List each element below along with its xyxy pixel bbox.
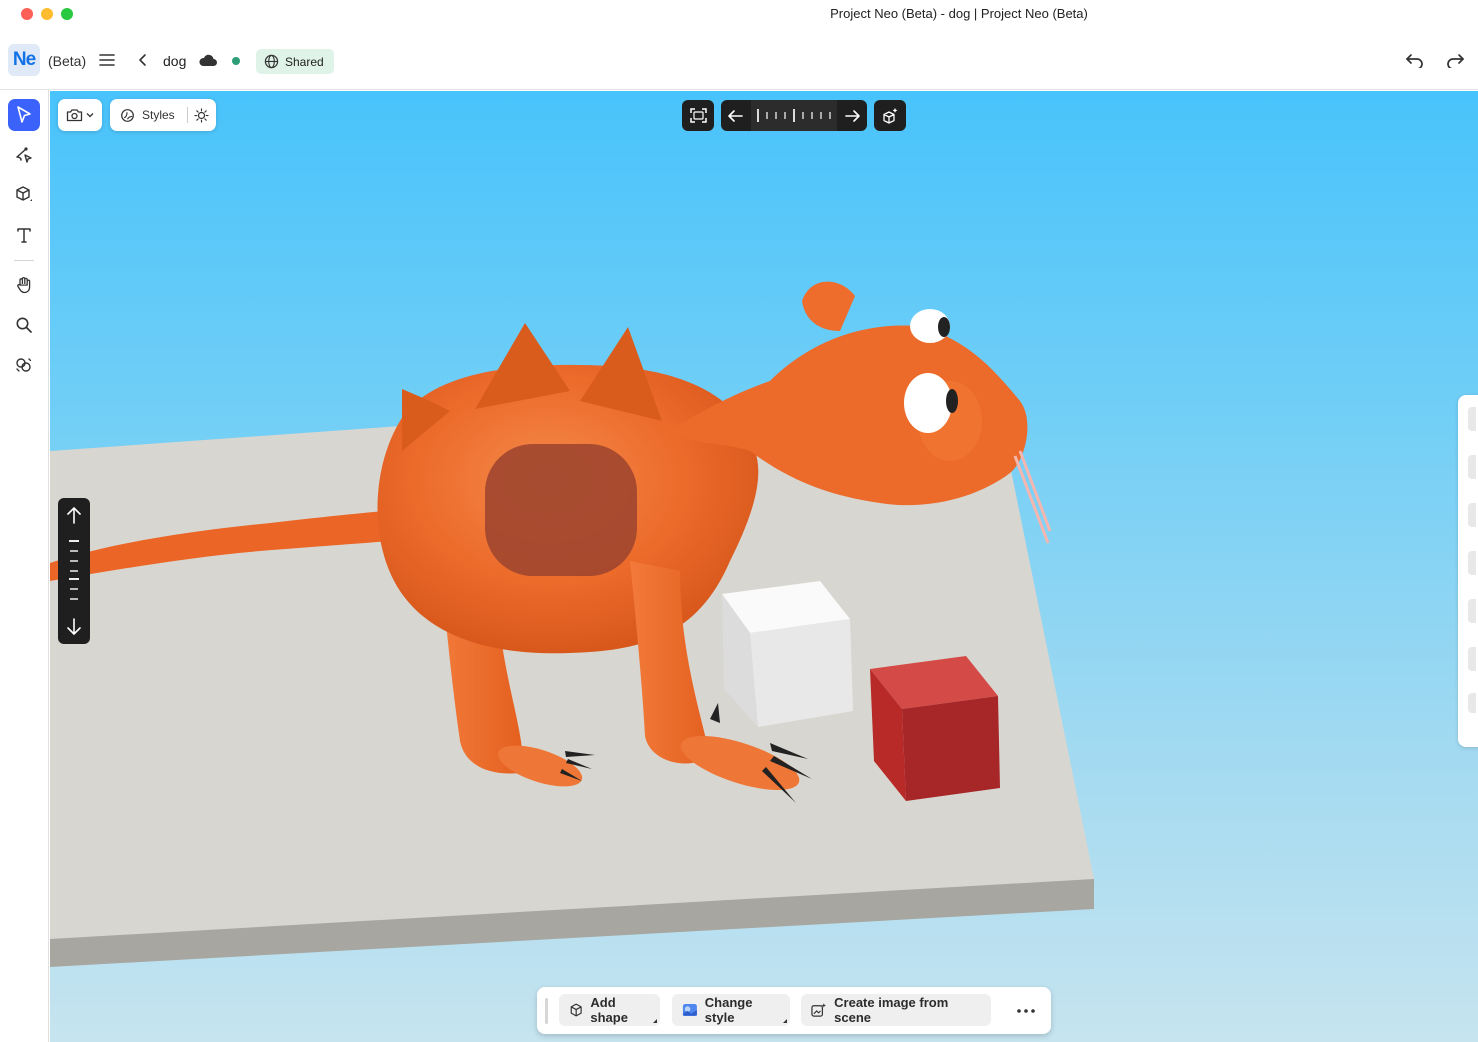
sync-status-dot	[232, 57, 240, 65]
contextual-action-bar: Add shape Change style Create image from…	[537, 987, 1051, 1034]
change-style-label: Change style	[704, 995, 753, 1025]
fit-view-button[interactable]	[682, 100, 714, 131]
pen-icon	[16, 147, 32, 163]
more-options-button[interactable]	[1013, 1001, 1039, 1021]
create-image-label: Create image from scene	[834, 995, 949, 1025]
slider-thumb[interactable]	[69, 578, 79, 580]
hand-tool[interactable]	[8, 269, 40, 301]
styles-divider	[186, 107, 188, 123]
arrow-right-icon[interactable]	[845, 109, 861, 123]
undo-icon[interactable]	[1403, 50, 1427, 70]
chevron-left-icon[interactable]	[134, 50, 152, 70]
globe-icon	[264, 54, 279, 69]
panel-tab[interactable]	[1468, 647, 1476, 671]
add-shape-button[interactable]: Add shape	[559, 994, 660, 1026]
arrow-up-icon[interactable]	[58, 500, 90, 530]
app-header: Ne (Beta) dog Shared	[0, 28, 1478, 90]
change-style-button[interactable]: Change style	[672, 994, 790, 1026]
fullscreen-icon	[689, 108, 707, 123]
document-name[interactable]: dog	[163, 53, 186, 69]
shapes-icon	[16, 358, 32, 372]
cloud-icon[interactable]	[197, 52, 219, 68]
app-logo[interactable]: Ne	[8, 44, 40, 76]
styles-icon	[121, 108, 134, 122]
submenu-indicator	[783, 1019, 787, 1023]
create-image-button[interactable]: Create image from scene	[801, 994, 991, 1026]
beta-label: (Beta)	[48, 53, 87, 69]
panel-tab[interactable]	[1468, 599, 1476, 623]
slider-tick	[70, 588, 78, 590]
ellipsis-icon	[1017, 1009, 1035, 1013]
window-titlebar: Project Neo (Beta) - dog | Project Neo (…	[0, 0, 1478, 28]
image-sparkle-icon	[811, 1003, 826, 1017]
cube-icon	[16, 186, 32, 201]
slider-tick	[70, 598, 78, 600]
white-cube	[722, 581, 853, 727]
tool-sidebar	[0, 90, 49, 1042]
viewport-canvas[interactable]: Styles	[50, 91, 1478, 1042]
panel-tab[interactable]	[1468, 693, 1476, 713]
properties-panel-collapsed[interactable]	[1458, 395, 1478, 747]
styles-toolbar: Styles	[110, 99, 216, 131]
hand-icon	[17, 277, 31, 294]
auto-camera-button[interactable]	[874, 100, 906, 131]
slider-tick	[70, 570, 78, 572]
orbit-control[interactable]	[721, 100, 867, 131]
camera-icon	[66, 109, 83, 122]
drag-handle[interactable]	[545, 998, 548, 1024]
panel-tab[interactable]	[1468, 407, 1476, 431]
style-thumbnail-icon	[682, 1003, 697, 1017]
text-icon	[17, 228, 31, 243]
chevron-down-icon	[86, 113, 94, 118]
shape-tool[interactable]	[8, 179, 40, 211]
zoom-tool[interactable]	[8, 309, 40, 341]
submenu-indicator	[653, 1019, 657, 1023]
tool-divider	[14, 260, 34, 261]
slider-tick	[69, 540, 79, 542]
select-tool[interactable]	[8, 99, 40, 131]
red-cube	[870, 656, 1000, 801]
shared-label: Shared	[285, 54, 324, 69]
text-tool[interactable]	[8, 219, 40, 251]
redo-icon[interactable]	[1443, 50, 1467, 70]
arrow-left-icon[interactable]	[727, 109, 743, 123]
slider-tick	[70, 550, 78, 552]
hamburger-icon[interactable]	[97, 50, 117, 70]
lighting-icon[interactable]	[194, 107, 209, 123]
search-icon	[16, 317, 32, 333]
orbit-ruler[interactable]	[751, 100, 837, 131]
vertical-pan-slider[interactable]	[58, 498, 90, 644]
slider-tick	[70, 560, 78, 562]
panel-tab[interactable]	[1468, 503, 1476, 527]
pen-tool[interactable]	[8, 139, 40, 171]
arrow-down-icon[interactable]	[58, 612, 90, 642]
sparkle-cube-icon	[883, 107, 898, 124]
shared-badge[interactable]: Shared	[256, 49, 334, 74]
add-shape-label: Add shape	[590, 995, 628, 1025]
panel-tab[interactable]	[1468, 455, 1476, 479]
cursor-icon	[17, 106, 31, 123]
generative-tool[interactable]	[8, 349, 40, 381]
cube-icon	[570, 1003, 582, 1017]
panel-tab[interactable]	[1468, 551, 1476, 575]
camera-dropdown-button[interactable]	[58, 99, 102, 131]
window-title: Project Neo (Beta) - dog | Project Neo (…	[830, 6, 1088, 21]
scene-3d[interactable]	[50, 91, 1478, 1042]
styles-button[interactable]: Styles	[142, 108, 175, 122]
